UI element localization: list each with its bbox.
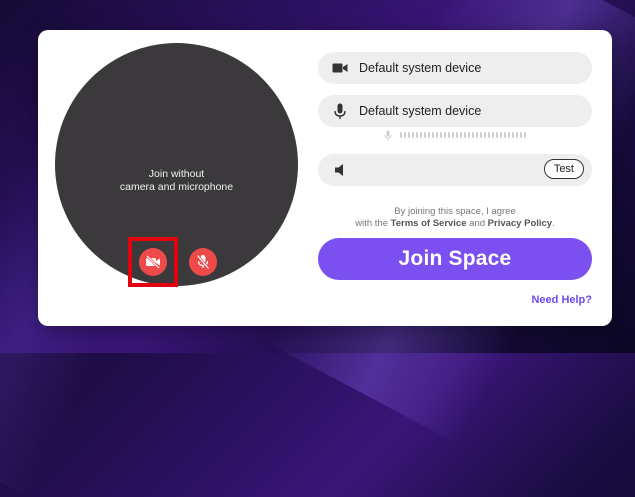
mic-level-bar bbox=[432, 132, 434, 138]
mic-off-icon bbox=[196, 254, 210, 270]
mic-level-icon bbox=[384, 130, 392, 140]
mic-level-bar bbox=[424, 132, 426, 138]
microphone-icon bbox=[331, 102, 349, 120]
mic-level-bar bbox=[400, 132, 402, 138]
mic-level-bar bbox=[512, 132, 514, 138]
terms-of-service-link[interactable]: Terms of Service bbox=[391, 218, 467, 229]
mic-level-bar bbox=[416, 132, 418, 138]
mic-level-bar bbox=[428, 132, 430, 138]
microphone-device-label: Default system device bbox=[359, 104, 482, 118]
join-space-button[interactable]: Join Space bbox=[318, 238, 592, 280]
camera-toggle-highlight bbox=[128, 237, 178, 287]
need-help-link[interactable]: Need Help? bbox=[531, 294, 592, 306]
mic-level-bar bbox=[468, 132, 470, 138]
camera-select[interactable]: Default system device bbox=[318, 52, 592, 84]
mic-level-bar bbox=[448, 132, 450, 138]
mic-level-bar bbox=[492, 132, 494, 138]
mic-level-bar bbox=[484, 132, 486, 138]
preview-message: Join without camera and microphone bbox=[55, 168, 298, 194]
test-speaker-button[interactable]: Test bbox=[543, 159, 584, 179]
mic-toggle-button[interactable] bbox=[189, 248, 217, 276]
mic-level-bar bbox=[444, 132, 446, 138]
mic-level-bar bbox=[412, 132, 414, 138]
terms-line2: with the Terms of Service and Privacy Po… bbox=[318, 218, 592, 230]
mic-level-bar bbox=[420, 132, 422, 138]
mic-level-bar bbox=[500, 132, 502, 138]
preview-message-line1: Join without bbox=[148, 168, 205, 180]
mic-level-bar bbox=[524, 132, 526, 138]
mic-level-bar bbox=[504, 132, 506, 138]
mic-level-bar bbox=[520, 132, 522, 138]
mic-level-bar bbox=[440, 132, 442, 138]
privacy-policy-link[interactable]: Privacy Policy bbox=[488, 218, 552, 229]
mic-level-meter bbox=[384, 129, 528, 141]
speaker-select[interactable]: Test bbox=[318, 154, 592, 186]
video-camera-icon bbox=[331, 59, 349, 77]
mic-level-bar bbox=[460, 132, 462, 138]
camera-device-label: Default system device bbox=[359, 61, 482, 75]
preview-message-line2: camera and microphone bbox=[119, 181, 234, 193]
mic-level-bar bbox=[464, 132, 466, 138]
mic-level-bar bbox=[480, 132, 482, 138]
microphone-select[interactable]: Default system device bbox=[318, 95, 592, 127]
mic-level-bar bbox=[436, 132, 438, 138]
mic-level-bar bbox=[496, 132, 498, 138]
terms-line1: By joining this space, I agree bbox=[394, 206, 516, 217]
mic-level-bar bbox=[472, 132, 474, 138]
mic-level-bar bbox=[508, 132, 510, 138]
mic-level-bar bbox=[476, 132, 478, 138]
mic-level-bar bbox=[488, 132, 490, 138]
mic-level-bar bbox=[452, 132, 454, 138]
mic-level-bar bbox=[516, 132, 518, 138]
mic-level-bar bbox=[408, 132, 410, 138]
terms-suffix: . bbox=[552, 218, 555, 229]
terms-prefix: with the bbox=[355, 218, 391, 229]
speaker-icon bbox=[331, 161, 349, 179]
terms-and: and bbox=[466, 218, 488, 229]
mic-level-bar bbox=[456, 132, 458, 138]
terms-notice: By joining this space, I agree with the … bbox=[318, 206, 592, 230]
mic-level-bar bbox=[404, 132, 406, 138]
